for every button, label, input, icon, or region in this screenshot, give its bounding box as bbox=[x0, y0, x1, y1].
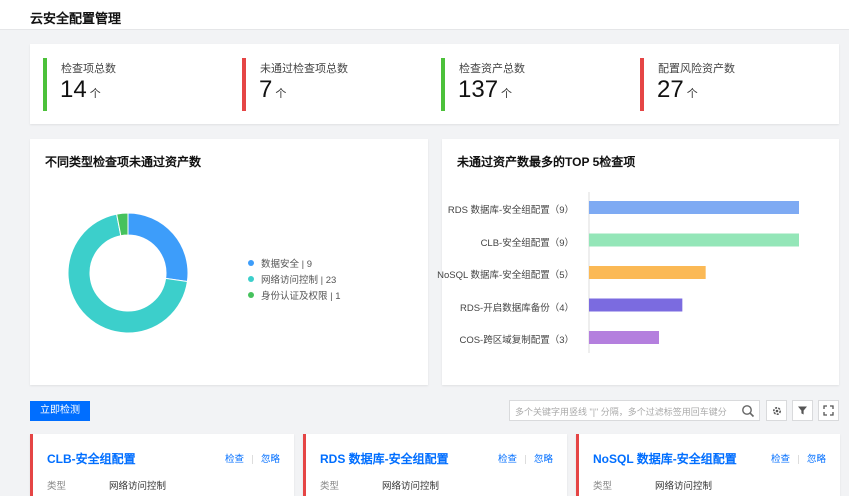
stat-label: 配置风险资产数 bbox=[658, 63, 735, 75]
legend-item-data-security[interactable]: 数据安全 | 9 bbox=[248, 255, 341, 271]
type-label: 类型 bbox=[320, 481, 340, 492]
legend-label: 身份认证及权限 | 1 bbox=[261, 291, 341, 302]
settings-button[interactable] bbox=[766, 400, 787, 421]
bar-chart bbox=[588, 192, 799, 353]
bar-5[interactable] bbox=[589, 331, 659, 344]
card-actions: 检查 忽略 bbox=[225, 451, 280, 465]
search-placeholder: 多个关键字用竖线 "|" 分隔，多个过滤标签用回车键分 bbox=[515, 407, 727, 417]
type-label: 类型 bbox=[47, 481, 67, 492]
divider bbox=[524, 454, 526, 464]
stat-label: 检查项总数 bbox=[61, 63, 116, 75]
stat-indicator-bar bbox=[640, 58, 644, 111]
bar-label-4: RDS-开启数据库备份（4） bbox=[459, 302, 574, 314]
type-value: 网络访问控制 bbox=[655, 481, 713, 492]
ignore-link[interactable]: 忽略 bbox=[261, 454, 280, 465]
bar-2[interactable] bbox=[589, 233, 799, 247]
stat-label: 未通过检查项总数 bbox=[260, 63, 348, 75]
bar-label-5: COS-跨区域复制配置（3） bbox=[459, 335, 574, 346]
stat-unit: 个 bbox=[89, 88, 101, 100]
divider bbox=[251, 454, 253, 464]
stat-indicator-bar bbox=[441, 58, 445, 111]
stat-value: 7 bbox=[259, 76, 273, 103]
stat-value-wrap: 14 个 bbox=[60, 76, 101, 104]
filter-button[interactable] bbox=[792, 400, 813, 421]
stat-value-wrap: 7个 bbox=[259, 76, 286, 104]
card-actions: 检查 忽略 bbox=[498, 451, 553, 465]
check-item-card[interactable]: RDS 数据库-安全组配置 检查 忽略 类型 网络访问控制 bbox=[303, 434, 567, 496]
donut-chart bbox=[67, 212, 189, 334]
legend-label: 数据安全 | 9 bbox=[261, 259, 313, 270]
stat-unit: 个 bbox=[275, 88, 287, 100]
check-link[interactable]: 检查 bbox=[225, 454, 244, 465]
card-actions: 检查 忽略 bbox=[771, 451, 826, 465]
stat-value-wrap: 137 个 bbox=[458, 76, 512, 104]
bar-chart-panel: 未通过资产数最多的TOP 5检查项 RDS 数据库-安全组配置（9） CLB-安全… bbox=[437, 139, 839, 385]
stat-label: 检查资产总数 bbox=[459, 63, 525, 75]
stat-indicator-bar bbox=[242, 58, 246, 111]
donut-chart-panel: 不同类型检查项未通过资产数 数据安全 | 9 网络访问控制 | 23 身份认证及… bbox=[30, 139, 428, 385]
legend-item-network-access[interactable]: 网络访问控制 | 23 bbox=[248, 271, 341, 287]
legend-item-identity-auth[interactable]: 身份认证及权限 | 1 bbox=[248, 287, 341, 303]
stat-value-wrap: 27 个 bbox=[657, 76, 698, 104]
top-bar: 云安全配置管理 bbox=[0, 0, 849, 30]
bar-label-1: RDS 数据库-安全组配置（9） bbox=[447, 205, 574, 216]
type-label: 类型 bbox=[593, 481, 613, 492]
card-title[interactable]: NoSQL 数据库-安全组配置 bbox=[593, 450, 737, 467]
type-value: 网络访问控制 bbox=[109, 481, 167, 492]
stat-unit: 个 bbox=[501, 88, 513, 100]
filter-icon bbox=[798, 406, 807, 415]
detect-now-button[interactable]: 立即检测 bbox=[30, 401, 90, 421]
stats-card: 检查项总数 14 个 未通过检查项总数 7个 检查资产总数 137 个 配置风险资产… bbox=[30, 44, 839, 124]
stat-unit: 个 bbox=[686, 88, 698, 100]
legend-dot bbox=[248, 292, 254, 298]
legend-label: 网络访问控制 | 23 bbox=[261, 275, 337, 286]
type-value: 网络访问控制 bbox=[382, 481, 440, 492]
check-link[interactable]: 检查 bbox=[498, 454, 517, 465]
legend-dot bbox=[248, 260, 254, 266]
stat-value: 137 bbox=[458, 76, 499, 103]
check-link[interactable]: 检查 bbox=[771, 454, 790, 465]
gear-icon bbox=[772, 406, 781, 415]
stat-value: 14 bbox=[60, 76, 87, 103]
page-title: 云安全配置管理 bbox=[30, 11, 122, 26]
legend-dot bbox=[248, 276, 254, 282]
bar-label-2: CLB-安全组配置（9） bbox=[480, 237, 574, 249]
bar-3[interactable] bbox=[589, 266, 706, 279]
bar-label-3: NoSQL 数据库-安全组配置（5） bbox=[437, 270, 574, 281]
fullscreen-icon bbox=[823, 405, 834, 416]
card-title[interactable]: CLB-安全组配置 bbox=[47, 450, 136, 467]
check-item-card[interactable]: CLB-安全组配置 检查 忽略 类型 网络访问控制 bbox=[30, 434, 294, 496]
stat-value: 27 bbox=[657, 76, 684, 103]
check-item-card[interactable]: NoSQL 数据库-安全组配置 检查 忽略 类型 网络访问控制 bbox=[576, 434, 840, 496]
card-title[interactable]: RDS 数据库-安全组配置 bbox=[320, 450, 449, 467]
divider bbox=[797, 454, 799, 464]
search-icon[interactable] bbox=[741, 404, 755, 418]
fullscreen-button[interactable] bbox=[818, 400, 839, 421]
ignore-link[interactable]: 忽略 bbox=[807, 454, 826, 465]
bar-1[interactable] bbox=[589, 201, 799, 214]
stat-indicator-bar bbox=[43, 58, 47, 111]
search-input[interactable]: 多个关键字用竖线 "|" 分隔，多个过滤标签用回车键分 bbox=[509, 400, 760, 421]
donut-slice-1[interactable] bbox=[127, 212, 189, 283]
donut-legend: 数据安全 | 9 网络访问控制 | 23 身份认证及权限 | 1 bbox=[248, 255, 341, 303]
ignore-link[interactable]: 忽略 bbox=[534, 454, 553, 465]
bar-4[interactable] bbox=[589, 298, 683, 312]
